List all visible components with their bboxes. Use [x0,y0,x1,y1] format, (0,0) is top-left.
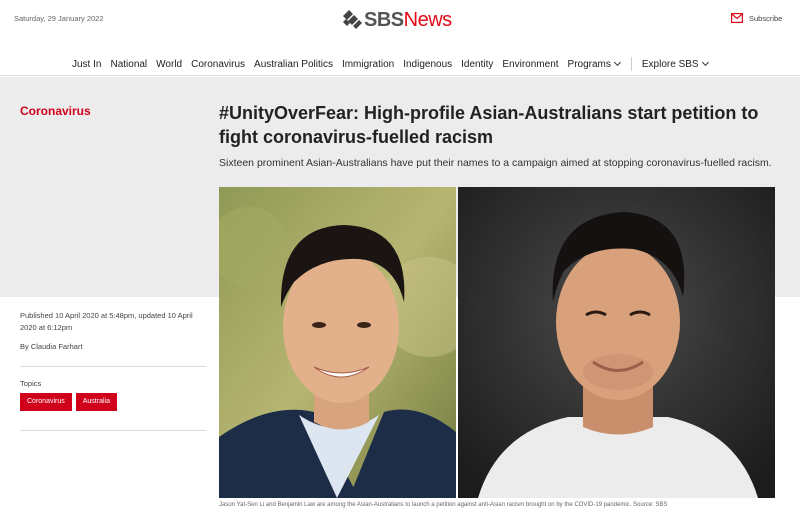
nav-item-indigenous[interactable]: Indigenous [403,57,452,71]
top-bar: Saturday, 29 January 2022 SBSNews Subscr… [0,0,800,40]
topic-tag-coronavirus[interactable]: Coronavirus [20,393,72,411]
meta-divider-bottom [20,430,206,431]
sbs-logo-icon [343,10,362,29]
article-photo-left [219,187,456,498]
topic-tag-australia[interactable]: Australia [75,393,117,411]
mail-icon [731,13,743,23]
publish-info: Published 10 April 2020 at 5:48pm, updat… [20,311,193,332]
nav-programs-label: Programs [567,58,611,70]
meta-divider [20,366,206,367]
nav-item-just-in[interactable]: Just In [72,57,101,71]
topics-label: Topics [20,379,42,388]
portrait-image [458,187,775,498]
subscribe-link[interactable]: Subscribe [731,13,782,23]
topic-tags: Coronavirus Australia [20,393,121,411]
section-link[interactable]: Coronavirus [20,104,91,118]
logo-news-text: News [403,8,453,31]
nav-explore-label: Explore SBS [641,58,699,70]
photo-caption: Jason Yat-Sen Li and Benjamin Law are am… [219,502,668,508]
nav-divider [630,57,632,71]
portrait-image [219,187,456,498]
nav-item-national[interactable]: National [110,57,147,71]
nav-item-australian-politics[interactable]: Australian Politics [254,57,333,71]
sbs-news-logo[interactable]: SBSNews [341,6,452,34]
nav-item-identity[interactable]: Identity [461,57,493,71]
article-photo-right [458,187,775,498]
chevron-down-icon [701,58,709,67]
nav-item-programs[interactable]: Programs [567,57,621,71]
byline: By Claudia Farhart [20,342,83,351]
nav-item-immigration[interactable]: Immigration [342,57,394,71]
article-headline: #UnityOverFear: High-profile Asian-Austr… [219,103,759,147]
logo-sbs-text: SBS [364,8,404,31]
subscribe-label: Subscribe [749,13,783,23]
article-standfirst: Sixteen prominent Asian-Australians have… [219,157,772,169]
nav-item-environment[interactable]: Environment [502,57,558,71]
nav-item-world[interactable]: World [156,57,182,71]
nav-item-coronavirus[interactable]: Coronavirus [191,57,245,71]
chevron-down-icon [613,58,621,67]
nav-explore-sbs[interactable]: Explore SBS [641,57,709,71]
current-date: Saturday, 29 January 2022 [14,14,104,23]
main-nav: Just In National World Coronavirus Austr… [0,50,800,76]
